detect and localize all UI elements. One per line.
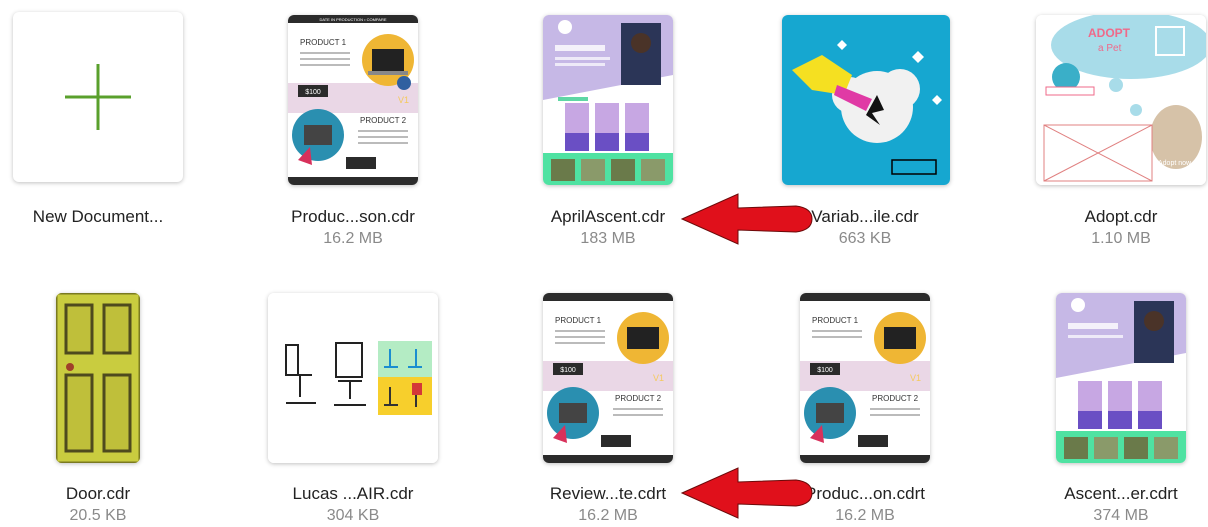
- thumb-price: $100: [817, 367, 833, 374]
- thumb-product1: PRODUCT 1: [300, 38, 347, 47]
- file-thumbnail[interactable]: PRODUCT 1 $100 V1 PRODUCT 2: [800, 293, 930, 463]
- file-size: 304 KB: [326, 507, 380, 524]
- file-name: Produc...son.cdr: [291, 207, 415, 226]
- file-thumbnail[interactable]: [268, 293, 438, 463]
- file-name: Lucas ...AIR.cdr: [292, 484, 414, 503]
- file-size: 16.2 MB: [578, 507, 638, 524]
- door-preview: [56, 293, 140, 463]
- thumb-vs: V1: [398, 95, 409, 105]
- thumb-adopt-title: ADOPT: [1088, 26, 1131, 40]
- variable-preview: [782, 15, 950, 185]
- file-size: 16.2 MB: [323, 230, 383, 247]
- adopt-preview: ADOPT a Pet Adopt now: [1036, 15, 1206, 185]
- thumb-product2: PRODUCT 2: [615, 394, 662, 403]
- file-thumbnail[interactable]: [782, 15, 950, 185]
- thumb-vs: V1: [910, 373, 921, 383]
- thumb-product2: PRODUCT 2: [872, 394, 919, 403]
- file-thumbnail[interactable]: [543, 15, 673, 185]
- file-name: AprilAscent.cdr: [550, 207, 666, 226]
- file-thumbnail[interactable]: DATE IN PRODUCTION • COMPARE PRODUCT 1 $…: [288, 15, 418, 185]
- file-thumbnail[interactable]: PRODUCT 1 $100 V1 PRODUCT 2: [543, 293, 673, 463]
- product-comparison-template-preview: PRODUCT 1 $100 V1 PRODUCT 2: [800, 293, 930, 463]
- file-name: New Document...: [32, 207, 164, 226]
- ascent-template-preview: [1056, 293, 1186, 463]
- file-size: 20.5 KB: [69, 507, 127, 524]
- file-thumbnail[interactable]: [56, 293, 140, 463]
- new-document-thumbnail[interactable]: [13, 12, 183, 182]
- file-name: Review...te.cdrt: [549, 484, 667, 503]
- product-comparison-preview: DATE IN PRODUCTION • COMPARE PRODUCT 1 $…: [288, 15, 418, 185]
- file-size: 374 MB: [1093, 507, 1149, 524]
- chair-preview: [268, 293, 438, 463]
- file-name: Adopt.cdr: [1084, 207, 1158, 226]
- thumb-price: $100: [305, 89, 321, 96]
- arrow-left-icon: [680, 193, 813, 245]
- thumb-product1: PRODUCT 1: [812, 316, 859, 325]
- file-thumbnail[interactable]: ADOPT a Pet Adopt now: [1036, 15, 1206, 185]
- thumb-adopt-subtitle: a Pet: [1098, 43, 1122, 54]
- thumb-product2: PRODUCT 2: [360, 116, 407, 125]
- thumb-adopt-button: Adopt now: [1158, 160, 1192, 167]
- plus-icon: [65, 64, 131, 130]
- thumb-product1: PRODUCT 1: [555, 316, 602, 325]
- file-name: Ascent...er.cdrt: [1064, 484, 1178, 503]
- review-preview: PRODUCT 1 $100 V1 PRODUCT 2: [543, 293, 673, 463]
- file-name: Door.cdr: [65, 484, 131, 503]
- arrow-left-icon: [680, 467, 813, 519]
- thumb-price: $100: [560, 367, 576, 374]
- file-thumbnail[interactable]: [1056, 293, 1186, 463]
- file-size: 183 MB: [580, 230, 636, 247]
- thumb-header: DATE IN PRODUCTION • COMPARE: [319, 17, 386, 22]
- thumb-vs: V1: [653, 373, 664, 383]
- file-size: 1.10 MB: [1091, 230, 1151, 247]
- ascent-preview: [543, 15, 673, 185]
